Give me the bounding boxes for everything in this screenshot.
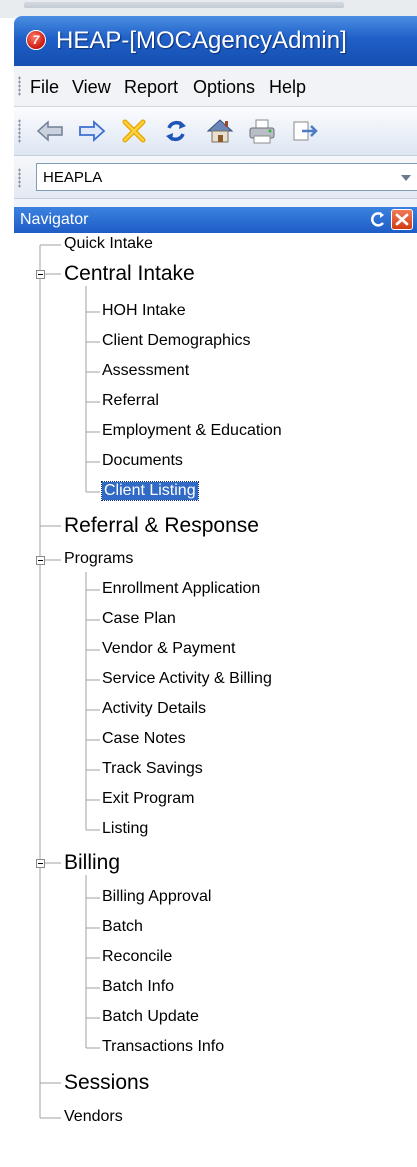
refresh-icon (166, 121, 186, 141)
tree-node-item[interactable]: Track Savings (102, 760, 203, 778)
tree-node-section[interactable]: Vendors (64, 1108, 123, 1126)
back-button[interactable] (34, 116, 66, 146)
tree-node-item[interactable]: Batch Update (102, 1008, 199, 1026)
window-title: HEAP-[MOCAgencyAdmin] (56, 27, 347, 54)
tree-node-section[interactable]: Referral & Response (64, 514, 259, 538)
tree-node-item[interactable]: Client Listing (101, 481, 199, 501)
tree-node-item[interactable]: Batch (102, 918, 143, 936)
tree-node-item[interactable]: HOH Intake (102, 302, 186, 320)
refresh-button[interactable] (160, 116, 192, 146)
app-logo-icon[interactable]: 7 (26, 30, 46, 50)
export-icon (293, 121, 318, 141)
menu-options[interactable]: Options (193, 77, 255, 98)
close-icon (395, 213, 409, 226)
tree-node-section[interactable]: Central Intake (64, 262, 195, 286)
chevron-down-icon[interactable] (401, 175, 411, 181)
tree-node-item[interactable]: Reconcile (102, 948, 172, 966)
tree-node-item[interactable]: Documents (102, 452, 183, 470)
tree-node-item[interactable]: Activity Details (102, 700, 206, 718)
back-arrow-icon (36, 120, 63, 142)
navigator-close-button[interactable] (391, 209, 413, 230)
tree-node-item[interactable]: Enrollment Application (102, 580, 260, 598)
tree-node-item[interactable]: Case Plan (102, 610, 176, 628)
tree-node-section[interactable]: Quick Intake (64, 235, 153, 253)
tree-node-section[interactable]: Programs (64, 550, 133, 568)
collapse-toggle-icon[interactable] (36, 270, 45, 279)
menu-help[interactable]: Help (269, 77, 306, 98)
tree-node-item[interactable]: Referral (102, 392, 159, 410)
tree-node-item[interactable]: Client Demographics (102, 332, 251, 350)
forward-arrow-icon (79, 119, 106, 143)
toolbar (14, 107, 417, 156)
collapse-toggle-icon[interactable] (36, 556, 45, 565)
agency-select-value: HEAPLA (43, 169, 103, 186)
tree-node-item[interactable]: Service Activity & Billing (102, 670, 272, 688)
menu-bar: File View Report Options Help (14, 66, 417, 107)
menubar-grip[interactable] (18, 76, 21, 96)
delete-button[interactable] (118, 116, 150, 146)
tree-node-section[interactable]: Sessions (64, 1071, 149, 1095)
tree-node-item[interactable]: Vendor & Payment (102, 640, 235, 658)
menu-file[interactable]: File (30, 77, 59, 98)
app-window: 7 HEAP-[MOCAgencyAdmin] File View Report… (14, 16, 417, 1167)
navigator-header: Navigator (14, 207, 417, 233)
tree-node-section[interactable]: Billing (64, 851, 120, 875)
collapse-toggle-icon[interactable] (36, 859, 45, 868)
print-button[interactable] (246, 116, 278, 146)
tree-node-item[interactable]: Transactions Info (102, 1038, 224, 1056)
home-button[interactable] (204, 116, 236, 146)
forward-button[interactable] (76, 116, 108, 146)
navigator-panel: Quick Intake Central Intake HOH Intake Clie… (14, 233, 417, 1167)
tree-node-item[interactable]: Exit Program (102, 790, 194, 808)
export-button[interactable] (288, 116, 320, 146)
pin-icon (371, 212, 384, 227)
tree-node-item[interactable]: Case Notes (102, 730, 186, 748)
agency-toolbar: HEAPLA (14, 156, 417, 199)
menu-view[interactable]: View (72, 77, 111, 98)
title-bar[interactable]: 7 HEAP-[MOCAgencyAdmin] (14, 16, 417, 66)
tree-node-item[interactable]: Assessment (102, 362, 189, 380)
agency-select[interactable]: HEAPLA (36, 163, 417, 191)
menu-report[interactable]: Report (124, 77, 178, 98)
navigator-title: Navigator (20, 211, 89, 228)
tree-node-item[interactable]: Listing (102, 820, 148, 838)
print-icon (249, 119, 275, 144)
tree-node-item[interactable]: Billing Approval (102, 888, 211, 906)
delete-x-icon (122, 119, 146, 143)
home-icon (206, 119, 234, 143)
combobar-grip[interactable] (18, 168, 21, 188)
pin-button[interactable] (368, 211, 386, 229)
tree-node-item[interactable]: Employment & Education (102, 422, 282, 440)
tree-lines (39, 244, 100, 1119)
toolbar-grip[interactable] (18, 119, 21, 143)
tree-node-item[interactable]: Batch Info (102, 978, 174, 996)
